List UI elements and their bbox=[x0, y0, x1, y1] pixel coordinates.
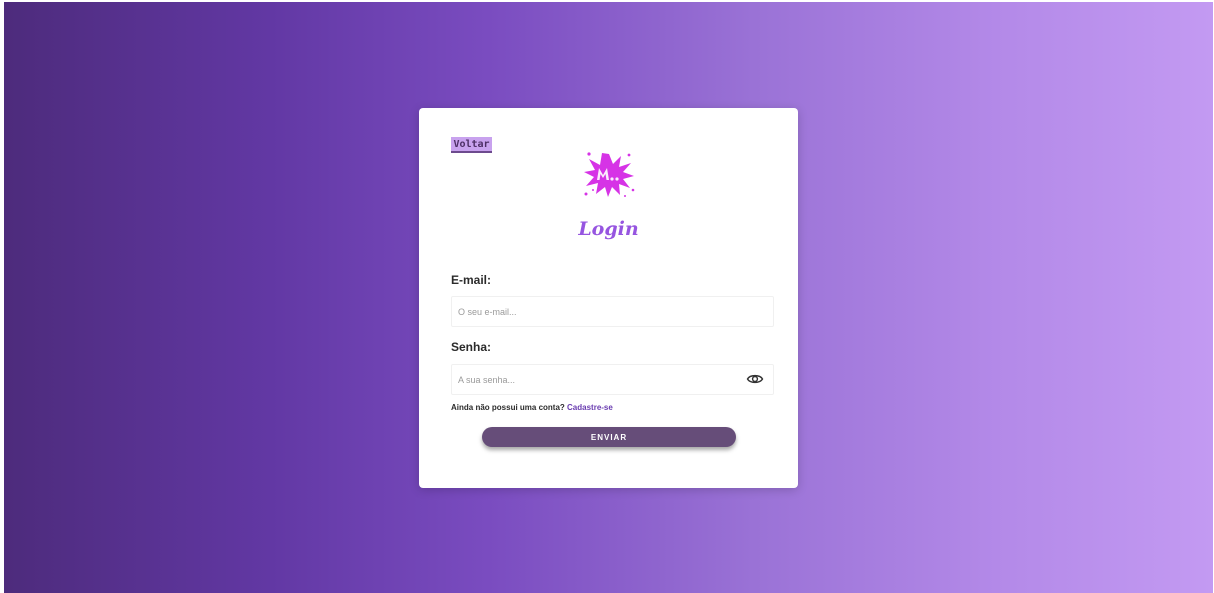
email-input[interactable] bbox=[451, 296, 774, 327]
login-page: Voltar Login E-mail: Senha: bbox=[0, 0, 1214, 593]
signup-prompt: Ainda não possui uma conta? Cadastre-se bbox=[451, 403, 613, 412]
login-title: Login bbox=[578, 218, 639, 240]
signup-prompt-text: Ainda não possui uma conta? bbox=[451, 403, 565, 412]
splash-logo-icon bbox=[584, 152, 635, 197]
password-label: Senha: bbox=[451, 340, 492, 354]
login-card: Voltar Login E-mail: Senha: bbox=[419, 108, 798, 488]
back-button[interactable]: Voltar bbox=[451, 137, 492, 153]
eye-icon[interactable] bbox=[746, 371, 764, 387]
submit-button[interactable]: ENVIAR bbox=[482, 427, 736, 447]
password-input[interactable] bbox=[451, 364, 774, 395]
signup-link[interactable]: Cadastre-se bbox=[567, 403, 613, 412]
email-label: E-mail: bbox=[451, 273, 492, 287]
